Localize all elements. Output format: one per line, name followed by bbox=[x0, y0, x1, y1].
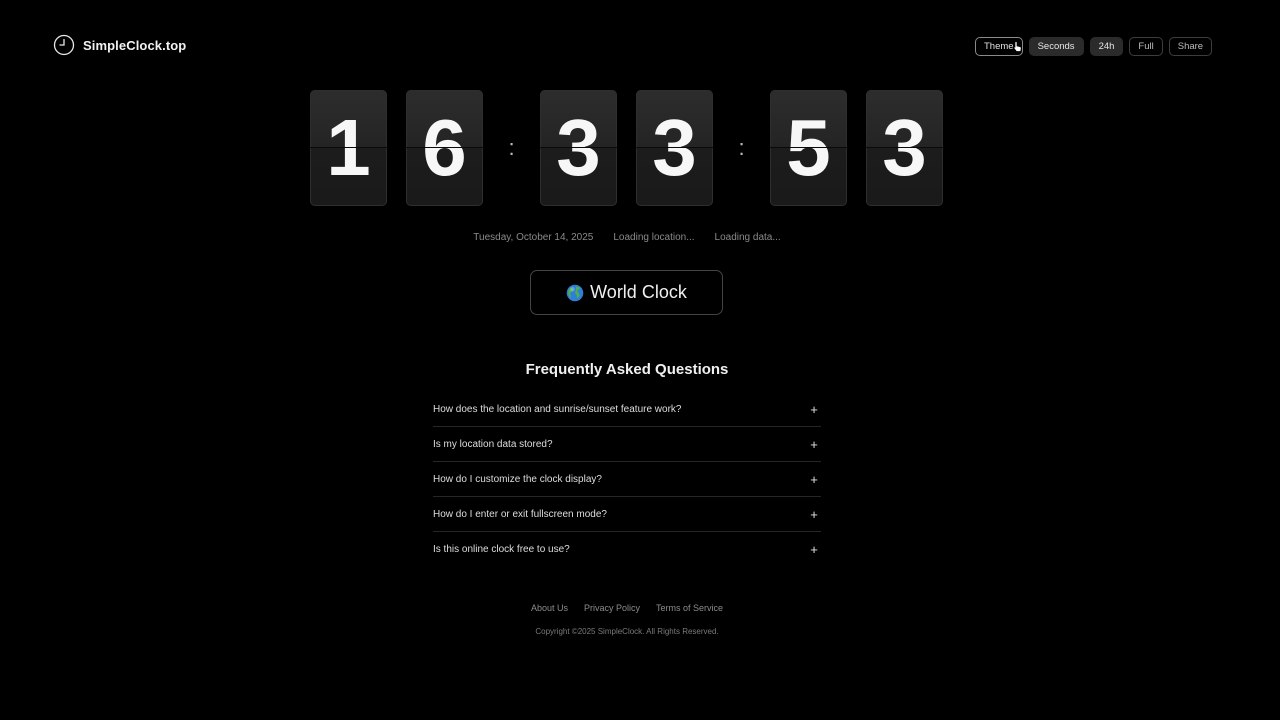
second-tens-digit: 5 bbox=[770, 90, 847, 206]
page: SimpleClock.top Theme Seconds 24h Full S… bbox=[0, 0, 1280, 720]
brand-name: SimpleClock.top bbox=[83, 37, 187, 53]
date-text: Tuesday, October 14, 2025 bbox=[473, 232, 594, 243]
minute-tens-digit: 3 bbox=[540, 90, 617, 206]
faq-item[interactable]: How do I enter or exit fullscreen mode? … bbox=[433, 497, 821, 532]
footer-links: About Us Privacy Policy Terms of Service bbox=[0, 603, 1254, 613]
fullscreen-button[interactable]: Full bbox=[1129, 37, 1163, 56]
second-ones-digit: 3 bbox=[866, 90, 943, 206]
plus-icon[interactable]: + bbox=[808, 472, 820, 487]
globe-icon bbox=[566, 284, 584, 302]
flip-clock: 1 6 : 3 3 : 5 3 bbox=[310, 90, 943, 206]
world-clock-button[interactable]: World Clock bbox=[530, 270, 723, 315]
minute-ones-digit: 3 bbox=[636, 90, 713, 206]
toolbar: Theme Seconds 24h Full Share bbox=[975, 37, 1213, 56]
plus-icon[interactable]: + bbox=[808, 507, 820, 522]
plus-icon[interactable]: + bbox=[808, 542, 820, 557]
about-us-link[interactable]: About Us bbox=[531, 603, 568, 613]
world-clock-label: World Clock bbox=[590, 282, 687, 302]
time-separator: : bbox=[738, 135, 745, 160]
hour-ones-digit: 6 bbox=[406, 90, 483, 206]
data-status-text: Loading data... bbox=[714, 232, 781, 243]
faq-question: Is my location data stored? bbox=[433, 438, 553, 450]
share-button[interactable]: Share bbox=[1168, 37, 1213, 56]
faq-list: How does the location and sunrise/sunset… bbox=[433, 392, 821, 567]
copyright: Copyright ©2025 SimpleClock. All Rights … bbox=[535, 627, 719, 636]
location-text: Loading location... bbox=[613, 232, 695, 243]
faq-item[interactable]: How do I customize the clock display? + bbox=[433, 462, 821, 497]
plus-icon[interactable]: + bbox=[808, 402, 820, 417]
faq-item[interactable]: How does the location and sunrise/sunset… bbox=[433, 392, 821, 427]
brand[interactable]: SimpleClock.top bbox=[53, 34, 186, 56]
clock-icon bbox=[53, 34, 75, 56]
faq-title: Frequently Asked Questions bbox=[525, 361, 729, 378]
time-separator: : bbox=[508, 135, 515, 160]
seconds-button[interactable]: Seconds bbox=[1028, 37, 1084, 56]
faq-question: How does the location and sunrise/sunset… bbox=[433, 403, 682, 415]
privacy-policy-link[interactable]: Privacy Policy bbox=[584, 603, 640, 613]
pointer-cursor-icon bbox=[1013, 39, 1022, 57]
24h-button[interactable]: 24h bbox=[1089, 37, 1124, 56]
faq-question: How do I enter or exit fullscreen mode? bbox=[433, 508, 607, 520]
terms-of-service-link[interactable]: Terms of Service bbox=[656, 603, 723, 613]
faq-question: How do I customize the clock display? bbox=[433, 473, 602, 485]
info-row: Tuesday, October 14, 2025 Loading locati… bbox=[0, 232, 1254, 243]
faq-item[interactable]: Is this online clock free to use? + bbox=[433, 532, 821, 567]
plus-icon[interactable]: + bbox=[808, 437, 820, 452]
faq-question: Is this online clock free to use? bbox=[433, 544, 570, 555]
faq-item[interactable]: Is my location data stored? + bbox=[433, 427, 821, 462]
hour-tens-digit: 1 bbox=[310, 90, 387, 206]
